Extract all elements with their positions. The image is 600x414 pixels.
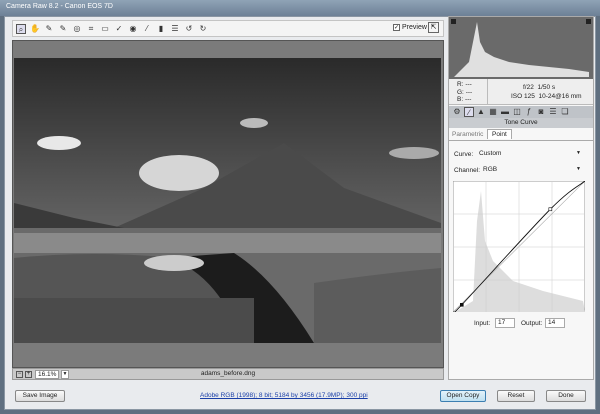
curve-tabs: Parametric Point: [449, 129, 593, 141]
spot-removal-tool-icon[interactable]: ✓: [114, 24, 124, 34]
rotate-cw-icon[interactable]: ↻: [198, 24, 208, 34]
highlight-clipping-icon[interactable]: [586, 19, 591, 24]
done-button[interactable]: Done: [546, 390, 586, 402]
tab-parametric[interactable]: Parametric: [452, 131, 483, 138]
filename: adams_before.dng: [200, 370, 256, 377]
presets-panel-icon[interactable]: ☰: [548, 107, 558, 117]
window-title: Camera Raw 8.2 - Canon EOS 7D: [6, 3, 113, 10]
preview-checkbox[interactable]: ✓ Preview: [393, 24, 427, 31]
title-bar: Camera Raw 8.2 - Canon EOS 7D: [0, 0, 600, 16]
preview-label: Preview: [402, 24, 427, 31]
color-sampler-tool-icon[interactable]: ✎: [58, 24, 68, 34]
lens-panel-icon[interactable]: ◫: [512, 107, 522, 117]
status-bar: − + 16.1% ▼ adams_before.dng: [12, 368, 444, 380]
panel-tabs: ⚙ ∕ ▲ ▦ ▬ ◫ ƒ ◙ ☰ ❏: [449, 106, 593, 118]
crop-tool-icon[interactable]: ⌗: [86, 24, 96, 34]
exif-readout: f/22 1/50 s ISO 125 10-24@16 mm: [511, 84, 582, 100]
adjustment-brush-icon[interactable]: ⁄: [142, 24, 152, 34]
white-balance-tool-icon[interactable]: ✎: [44, 24, 54, 34]
reset-button[interactable]: Reset: [497, 390, 535, 402]
output-field[interactable]: 14: [545, 318, 565, 328]
channel-label: Channel:: [454, 167, 481, 174]
shadow-clipping-icon[interactable]: [451, 19, 456, 24]
hsl-panel-icon[interactable]: ▦: [488, 107, 498, 117]
input-field[interactable]: 17: [495, 318, 515, 328]
curve-point[interactable]: [548, 207, 553, 212]
tone-curve-panel-icon[interactable]: ∕: [464, 107, 474, 117]
panel-title: Tone Curve: [449, 118, 593, 128]
split-toning-panel-icon[interactable]: ▬: [500, 107, 510, 117]
channel-select[interactable]: RGB ▼: [480, 165, 584, 176]
rotate-ccw-icon[interactable]: ↺: [184, 24, 194, 34]
red-eye-tool-icon[interactable]: ◉: [128, 24, 138, 34]
workflow-options-link[interactable]: Adobe RGB (1998); 8 bit; 5184 by 3456 (1…: [200, 392, 368, 399]
hand-tool-icon[interactable]: ✋: [30, 24, 40, 34]
graduated-filter-icon[interactable]: ▮: [156, 24, 166, 34]
curve-label: Curve:: [454, 151, 474, 158]
zoom-tool-icon[interactable]: ⌕: [16, 23, 26, 34]
snapshots-panel-icon[interactable]: ❏: [560, 107, 570, 117]
rgb-readout: R: --- G: --- B: ---: [457, 81, 473, 103]
tone-curve-graph[interactable]: [453, 181, 585, 312]
basic-panel-icon[interactable]: ⚙: [452, 107, 462, 117]
fullscreen-icon[interactable]: ⇱: [428, 22, 439, 33]
histogram: [449, 17, 593, 79]
curve-point[interactable]: [460, 303, 464, 307]
straighten-tool-icon[interactable]: ▭: [100, 24, 110, 34]
output-label: Output:: [521, 320, 543, 327]
detail-panel-icon[interactable]: ▲: [476, 107, 486, 117]
targeted-adjustment-tool-icon[interactable]: ◎: [72, 24, 82, 34]
effects-panel-icon[interactable]: ƒ: [524, 107, 534, 117]
camera-calibration-icon[interactable]: ◙: [536, 107, 546, 117]
curve-select[interactable]: Custom ▼: [476, 149, 584, 160]
info-readout: R: --- G: --- B: --- f/22 1/50 s ISO 125…: [449, 79, 593, 105]
input-label: Input:: [474, 320, 491, 327]
tab-point[interactable]: Point: [487, 129, 512, 139]
toolbar: ⌕ ✋ ✎ ✎ ◎ ⌗ ▭ ✓ ◉ ⁄ ▮ ☰ ↺ ↻: [12, 20, 444, 37]
checkbox[interactable]: ✓: [393, 24, 400, 31]
preferences-icon[interactable]: ☰: [170, 24, 180, 34]
save-image-button[interactable]: Save Image: [15, 390, 65, 402]
photo-preview: [14, 58, 441, 343]
open-copy-button[interactable]: Open Copy: [440, 390, 486, 402]
